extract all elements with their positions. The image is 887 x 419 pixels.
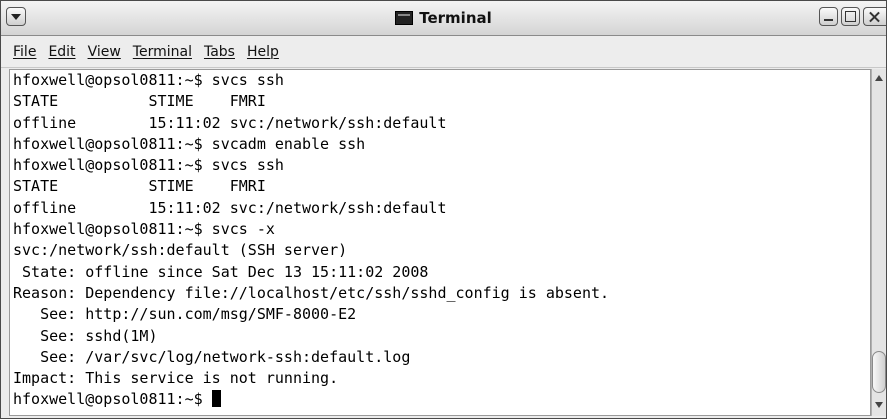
menu-view[interactable]: View (82, 44, 127, 60)
vertical-scrollbar[interactable] (871, 69, 886, 416)
terminal-line: hfoxwell@opsol0811:~$ svcs ssh (13, 71, 284, 89)
menu-bar: File Edit View Terminal Tabs Help (1, 36, 886, 68)
minimize-button[interactable] (819, 7, 838, 26)
terminal-icon (395, 11, 414, 25)
terminal-line: svc:/network/ssh:default (SSH server) (13, 241, 348, 260)
text-cursor (211, 390, 221, 408)
scrollbar-thumb[interactable] (872, 351, 886, 393)
window-title-area: Terminal (1, 1, 886, 35)
terminal-line: hfoxwell@opsol0811:~$ svcs -x (13, 220, 275, 239)
menu-help[interactable]: Help (241, 44, 285, 60)
terminal-line: See: http://sun.com/msg/SMF-8000-E2 (13, 305, 357, 324)
terminal-output[interactable]: hfoxwell@opsol0811:~$ svcs ssh STATE STI… (9, 69, 871, 416)
terminal-line: STATE STIME FMRI (13, 177, 266, 196)
terminal-line: State: offline since Sat Dec 13 15:11:02… (13, 262, 429, 281)
menu-file[interactable]: File (7, 44, 42, 60)
menu-tabs[interactable]: Tabs (198, 44, 241, 60)
terminal-line: offline 15:11:02 svc:/network/ssh:defaul… (13, 113, 447, 132)
terminal-window: Terminal File Edit View Terminal Tabs He… (0, 0, 887, 419)
terminal-line: Impact: This service is not running. (13, 369, 339, 388)
terminal-line: STATE STIME FMRI (13, 92, 266, 111)
terminal-line: offline 15:11:02 svc:/network/ssh:defaul… (13, 198, 447, 217)
menu-terminal[interactable]: Terminal (127, 44, 198, 60)
terminal-line: See: sshd(1M) (13, 326, 158, 345)
window-menu-button[interactable] (6, 7, 26, 26)
window-title: Terminal (419, 9, 492, 27)
close-button[interactable] (863, 7, 886, 26)
terminal-line: hfoxwell@opsol0811:~$ svcs ssh (13, 156, 284, 175)
maximize-button[interactable] (841, 7, 860, 26)
scroll-down-arrow-icon[interactable] (875, 402, 883, 408)
terminal-line: hfoxwell@opsol0811:~$ svcadm enable ssh (13, 134, 366, 153)
terminal-prompt-line[interactable]: hfoxwell@opsol0811:~$ (10, 389, 870, 410)
terminal-prompt: hfoxwell@opsol0811:~$ (13, 390, 212, 409)
terminal-line: Reason: Dependency file://localhost/etc/… (13, 283, 610, 302)
menu-edit[interactable]: Edit (42, 44, 81, 60)
scroll-up-arrow-icon[interactable] (875, 75, 883, 81)
title-bar[interactable]: Terminal (1, 1, 886, 36)
terminal-line: See: /var/svc/log/network-ssh:default.lo… (13, 347, 411, 366)
